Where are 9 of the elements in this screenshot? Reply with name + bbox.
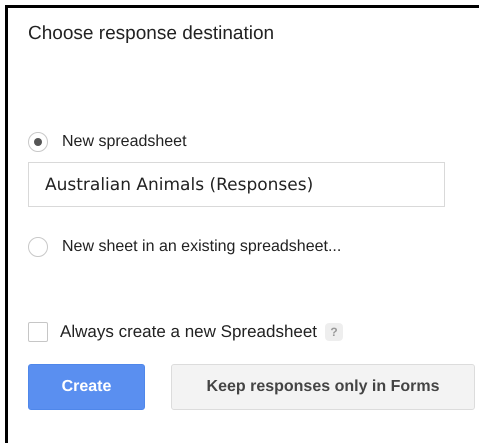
input-field[interactable]: Australian Animals (Responses) bbox=[28, 162, 445, 207]
option-label: New spreadsheet bbox=[62, 132, 187, 152]
dialog-title: Choose response destination bbox=[28, 22, 276, 46]
checkbox[interactable] bbox=[28, 322, 48, 342]
radio-button[interactable] bbox=[28, 132, 48, 152]
checkbox-label: Always create a new Spreadsheet bbox=[60, 321, 318, 343]
option-label: New sheet in an existing spreadsheet... bbox=[62, 237, 342, 257]
radio-button[interactable] bbox=[28, 237, 48, 257]
keep-responses-button[interactable]: Keep responses only in Forms bbox=[171, 364, 475, 410]
